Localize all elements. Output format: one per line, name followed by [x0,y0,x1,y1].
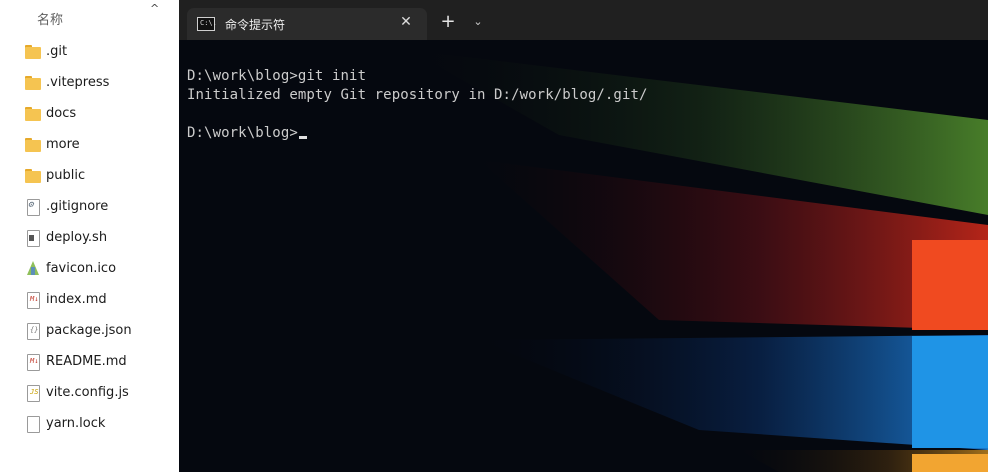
list-item[interactable]: yarn.lock [0,408,182,439]
terminal-window: C:\. 命令提示符 ✕ + ⌄ D:\work\blog>git init I… [179,0,988,472]
file-name: .vitepress [46,75,110,90]
chevron-up-icon[interactable]: ^ [150,2,159,15]
list-item[interactable]: JS vite.config.js [0,377,182,408]
tab-bar: C:\. 命令提示符 ✕ + ⌄ [179,0,988,40]
prompt-text: D:\work\blog> [187,125,298,141]
file-explorer-panel: 名称 ^ .git .vitepress docs more public ⚙ … [0,0,182,472]
close-icon[interactable]: ✕ [397,13,415,31]
file-name: public [46,168,86,183]
command-prompt-icon: C:\. [197,17,217,31]
file-name: index.md [46,292,107,307]
list-item[interactable]: .git [0,36,182,67]
file-name: .git [46,44,68,59]
folder-icon [25,75,41,91]
chevron-down-icon[interactable]: ⌄ [468,12,488,32]
file-name: more [46,137,80,152]
name-column-header[interactable]: 名称 [37,9,63,28]
json-file-icon: {} [25,322,41,340]
image-file-icon [25,260,41,277]
folder-icon [25,44,41,60]
folder-icon [25,168,41,184]
file-name: docs [46,106,77,121]
list-item[interactable]: ⚙ .gitignore [0,191,182,222]
list-item[interactable]: {} package.json [0,315,182,346]
tab-title: 命令提示符 [225,18,286,32]
config-file-icon: ⚙ [25,198,41,216]
js-file-icon: JS [25,384,41,402]
file-name: deploy.sh [46,230,108,245]
prompt-line: D:\work\blog> [187,125,307,141]
folder-icon [25,137,41,153]
list-item[interactable]: more [0,129,182,160]
folder-icon [25,106,41,122]
list-item[interactable]: deploy.sh [0,222,182,253]
new-tab-button[interactable]: + [438,12,458,32]
list-item[interactable]: favicon.ico [0,253,182,284]
file-list: .git .vitepress docs more public ⚙ .giti… [0,36,182,439]
markdown-file-icon: M↓ [25,291,41,309]
desktop-wallpaper-background [179,40,988,472]
list-item[interactable]: docs [0,98,182,129]
file-name: favicon.ico [46,261,117,276]
console-line: D:\work\blog>git init [187,68,367,84]
list-item[interactable]: M↓ README.md [0,346,182,377]
text-cursor [298,136,307,139]
file-name: README.md [46,354,127,369]
list-item[interactable]: public [0,160,182,191]
file-name: .gitignore [46,199,109,214]
text-file-icon [25,415,41,433]
file-name: package.json [46,323,132,338]
markdown-file-icon: M↓ [25,353,41,371]
console-output-area[interactable]: D:\work\blog>git init Initialized empty … [179,40,988,472]
file-name: yarn.lock [46,416,106,431]
shell-file-icon [25,229,41,247]
console-line: Initialized empty Git repository in D:/w… [187,87,648,103]
tab-command-prompt[interactable]: C:\. 命令提示符 ✕ [187,8,427,40]
list-item[interactable]: .vitepress [0,67,182,98]
list-item[interactable]: M↓ index.md [0,284,182,315]
file-name: vite.config.js [46,385,129,400]
